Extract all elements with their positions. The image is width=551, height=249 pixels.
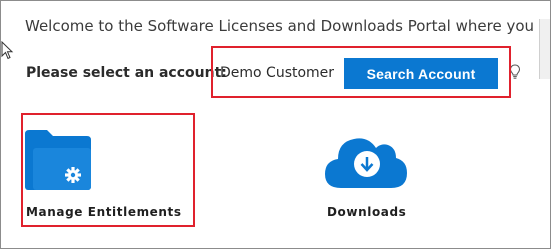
cloud-download-icon [325,138,407,188]
portal-window: Welcome to the Software Licenses and Dow… [0,0,551,249]
manage-entitlements-highlight-box [21,113,195,227]
mouse-cursor-icon [1,41,14,60]
scrollbar[interactable] [539,19,550,79]
welcome-text: Welcome to the Software Licenses and Dow… [25,17,551,35]
account-select-label: Please select an account: [26,65,227,81]
downloads-label[interactable]: Downloads [327,205,406,219]
account-highlight-box [211,46,511,98]
